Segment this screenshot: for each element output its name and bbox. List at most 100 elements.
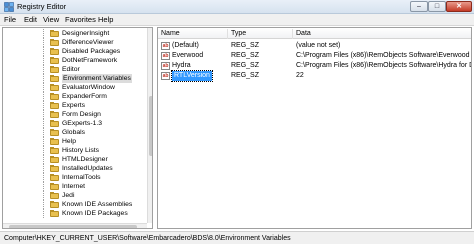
expander-icon[interactable] [44, 76, 49, 81]
tree-item[interactable]: Experts [3, 101, 143, 110]
expander-icon[interactable] [44, 184, 49, 189]
value-name: Everwood [172, 52, 204, 59]
close-button[interactable]: ✕ [446, 1, 472, 12]
value-name: Hydra [172, 62, 191, 69]
tree-item[interactable]: ExpanderForm [3, 92, 143, 101]
expander-icon[interactable] [44, 175, 49, 180]
column-header-data[interactable]: Data [293, 29, 471, 39]
tree-item-label: Internet [62, 183, 86, 190]
expander-icon[interactable] [44, 166, 49, 171]
expander-icon[interactable] [44, 211, 49, 216]
expander-icon[interactable] [44, 121, 49, 126]
tree-item[interactable]: GExperts-1.3 [3, 119, 143, 128]
expander-icon[interactable] [44, 85, 49, 90]
tree-horizontal-scroll-thumb[interactable] [9, 225, 137, 228]
value-data: (value not set) [296, 42, 341, 49]
menu-file[interactable]: File [4, 15, 16, 25]
tree-item-label: History Lists [62, 147, 100, 154]
folder-icon [50, 84, 59, 91]
key-tree[interactable]: DesignerInsight DifferenceViewer Disable… [2, 27, 153, 229]
expander-icon[interactable] [44, 49, 49, 54]
expander-icon[interactable] [44, 103, 49, 108]
string-value-icon: ab [161, 42, 170, 50]
folder-icon [50, 66, 59, 73]
folder-icon [50, 75, 59, 82]
column-header-type[interactable]: Type [228, 29, 293, 39]
tree-item[interactable]: Form Design [3, 110, 143, 119]
tree-item[interactable]: EvaluatorWindow [3, 83, 143, 92]
value-name[interactable]: RTLVersion [171, 70, 213, 82]
folder-icon [50, 201, 59, 208]
value-row[interactable]: ab (Default) REG_SZ (value not set) [158, 41, 471, 51]
tree-item[interactable]: DesignerInsight [3, 29, 143, 38]
tree-item[interactable]: History Lists [3, 146, 143, 155]
expander-icon[interactable] [44, 58, 49, 63]
expander-icon[interactable] [44, 31, 49, 36]
value-row-selected[interactable]: ab RTLVersion REG_SZ 22 [158, 70, 471, 82]
folder-icon [50, 183, 59, 190]
expander-icon[interactable] [44, 40, 49, 45]
folder-icon [50, 57, 59, 64]
value-type: REG_SZ [231, 52, 260, 59]
tree-item[interactable]: Internet [3, 182, 143, 191]
folder-icon [50, 138, 59, 145]
tree-item[interactable]: InternalTools [3, 173, 143, 182]
folder-icon [50, 39, 59, 46]
tree-item-label: DifferenceViewer [62, 39, 114, 46]
expander-icon[interactable] [44, 67, 49, 72]
string-value-icon: ab [161, 52, 170, 60]
tree-item-label: Experts [62, 102, 86, 109]
list-header: Name Type Data [158, 28, 471, 39]
tree-item[interactable]: DifferenceViewer [3, 38, 143, 47]
values-list[interactable]: Name Type Data ab (Default) REG_SZ (valu… [157, 27, 472, 229]
value-row[interactable]: ab Hydra REG_SZ C:\Program Files (x86)\R… [158, 61, 472, 71]
folder-icon [50, 93, 59, 100]
menu-view[interactable]: View [43, 15, 59, 25]
value-row[interactable]: ab Everwood REG_SZ C:\Program Files (x86… [158, 51, 471, 61]
maximize-button[interactable]: □ [428, 1, 446, 12]
tree-item-label: InternalTools [62, 174, 101, 181]
string-value-icon: ab [161, 72, 170, 80]
column-header-name[interactable]: Name [158, 29, 228, 39]
tree-item[interactable]: Editor [3, 65, 143, 74]
tree-item[interactable]: Globals [3, 128, 143, 137]
tree-item-environment-variables[interactable]: Environment Variables [3, 74, 143, 83]
expander-icon[interactable] [44, 148, 49, 153]
tree-item[interactable]: Help [3, 137, 143, 146]
folder-icon [50, 48, 59, 55]
tree-horizontal-scrollbar[interactable] [3, 223, 147, 228]
expander-icon[interactable] [44, 112, 49, 117]
expander-icon[interactable] [44, 202, 49, 207]
value-type: REG_SZ [231, 62, 260, 69]
tree-vertical-scrollbar[interactable] [147, 28, 152, 223]
tree-item[interactable]: Known IDE Packages [3, 209, 143, 218]
value-data: C:\Program Files (x86)\RemObjects Softwa… [296, 62, 472, 69]
current-key-path: Computer\HKEY_CURRENT_USER\Software\Emba… [4, 235, 291, 242]
tree-item-label: Editor [62, 66, 80, 73]
window-title: Registry Editor [17, 2, 67, 11]
tree-item[interactable]: DotNetFramework [3, 56, 143, 65]
folder-icon [50, 129, 59, 136]
menu-edit[interactable]: Edit [24, 15, 37, 25]
menu-help[interactable]: Help [98, 15, 113, 25]
value-name: (Default) [172, 42, 199, 49]
tree-item-label: ExpanderForm [62, 93, 107, 100]
value-data: C:\Program Files (x86)\RemObjects Softwa… [296, 52, 470, 59]
folder-icon [50, 111, 59, 118]
folder-icon [50, 102, 59, 109]
expander-icon[interactable] [44, 193, 49, 198]
tree-item[interactable]: HTMLDesigner [3, 155, 143, 164]
tree-item[interactable]: InstalledUpdates [3, 164, 143, 173]
minimize-button[interactable]: – [410, 1, 428, 12]
expander-icon[interactable] [44, 139, 49, 144]
expander-icon[interactable] [44, 157, 49, 162]
tree-item[interactable]: Known IDE Assemblies [3, 200, 143, 209]
expander-icon[interactable] [44, 130, 49, 135]
expander-icon[interactable] [44, 94, 49, 99]
menu-bar: File Edit View Favorites Help [0, 14, 474, 26]
tree-vertical-scroll-thumb[interactable] [149, 96, 152, 156]
menu-favorites[interactable]: Favorites [65, 15, 96, 25]
tree-item[interactable]: Jedi [3, 191, 143, 200]
tree-item[interactable]: Disabled Packages [3, 47, 143, 56]
folder-icon [50, 192, 59, 199]
